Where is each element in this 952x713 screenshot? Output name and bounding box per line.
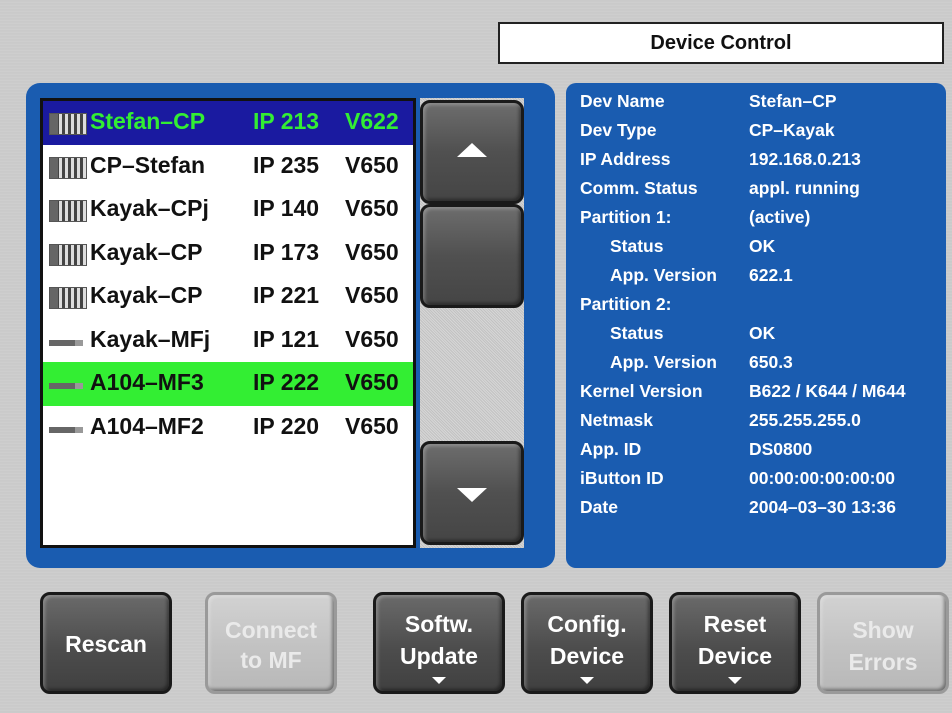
info-value: OK [749,323,776,343]
button-label: Update [400,643,478,669]
device-ip: IP 121 [253,325,320,352]
device-row[interactable]: Kayak–CP IP 221 V650 [43,275,413,319]
button-label: Device [697,643,773,669]
info-label: Dev Name [580,91,665,111]
device-row[interactable]: A104–MF3 IP 222 V650 [43,362,413,406]
button-label: to MF [240,647,302,673]
page-title: Device Control [498,22,944,64]
device-name: Stefan–CP [90,108,206,134]
device-version: V650 [345,238,399,265]
show-errors-button[interactable]: Show Errors [817,592,949,694]
info-value: DS0800 [749,439,813,459]
device-row[interactable]: Kayak–CP IP 173 V650 [43,232,413,276]
info-label: iButton ID [580,468,664,488]
device-ip: IP 220 [253,412,320,439]
info-value: 255.255.255.0 [749,410,861,430]
device-row[interactable]: Kayak–MFj IP 121 V650 [43,319,413,363]
cp-panel-icon [49,156,87,179]
device-row[interactable]: Kayak–CPj IP 140 V650 [43,188,413,232]
device-list-panel: Stefan–CP IP 213 V622 CP–Stefan IP 235 V… [26,83,555,568]
device-version: V622 [345,108,399,134]
info-value: appl. running [749,178,860,198]
arrow-down-icon [457,488,487,502]
info-label: App. ID [580,439,642,459]
device-row[interactable]: CP–Stefan IP 235 V650 [43,145,413,189]
info-value: OK [749,236,776,256]
cp-panel-icon [49,243,87,266]
info-label: Kernel Version [580,381,703,401]
info-label: Dev Type [580,120,657,140]
button-label: Connect [225,617,317,643]
info-label: Status [610,236,664,256]
device-version: V650 [345,151,399,178]
info-label: Date [580,497,618,517]
device-name: A104–MF3 [90,369,204,395]
mainframe-icon [49,339,83,346]
arrow-up-icon [457,143,487,157]
button-label: Show [852,617,914,643]
config-device-button[interactable]: Config. Device [521,592,653,694]
scroll-thumb[interactable] [420,204,524,308]
info-label: App. Version [610,265,717,285]
device-version: V650 [345,325,399,352]
device-name: Kayak–CP [90,238,203,265]
device-ip: IP 235 [253,151,320,178]
info-label: App. Version [610,352,717,372]
info-value: 192.168.0.213 [749,149,861,169]
cp-panel-icon [49,113,87,135]
button-label: Config. [547,611,627,637]
info-label: Partition 1: [580,207,672,227]
mainframe-icon [49,426,83,433]
info-label: Status [610,323,664,343]
chevron-down-icon [432,677,446,684]
button-label: Device [549,643,625,669]
device-name: Kayak–MFj [90,325,211,352]
info-label: Netmask [580,410,653,430]
info-value: (active) [749,207,811,227]
scroll-up-button[interactable] [420,100,524,204]
button-label: Errors [848,649,918,675]
connect-to-mf-button[interactable]: Connect to MF [205,592,337,694]
device-ip: IP 222 [253,369,320,395]
rescan-button[interactable]: Rescan [40,592,172,694]
device-ip: IP 213 [253,108,320,134]
device-name: Kayak–CPj [90,195,209,221]
info-value: 00:00:00:00:00:00 [749,468,895,488]
scroll-down-button[interactable] [420,441,524,545]
device-row[interactable]: Stefan–CP IP 213 V622 [43,101,413,145]
device-name: A104–MF2 [90,412,204,439]
device-version: V650 [345,369,399,395]
device-list[interactable]: Stefan–CP IP 213 V622 CP–Stefan IP 235 V… [40,98,416,548]
info-value: CP–Kayak [749,120,835,140]
info-value: B622 / K644 / M644 [749,381,906,401]
button-label: Softw. [404,611,474,637]
software-update-button[interactable]: Softw. Update [373,592,505,694]
device-info-panel: Dev Name Stefan–CP Dev Type CP–Kayak IP … [566,83,946,568]
info-value: 622.1 [749,265,793,285]
device-name: Kayak–CP [90,282,203,308]
button-label: Reset [703,611,767,637]
info-label: IP Address [580,149,671,169]
info-value: Stefan–CP [749,91,837,111]
reset-device-button[interactable]: Reset Device [669,592,801,694]
chevron-down-icon [580,677,594,684]
device-version: V650 [345,412,399,439]
device-version: V650 [345,282,399,308]
cp-panel-icon [49,287,87,309]
info-value: 650.3 [749,352,793,372]
info-value: 2004–03–30 13:36 [749,497,896,517]
info-label: Comm. Status [580,178,698,198]
cp-panel-icon [49,200,87,222]
info-label: Partition 2: [580,294,672,314]
device-ip: IP 221 [253,282,320,308]
device-name: CP–Stefan [90,151,206,178]
button-label: Rescan [65,631,147,657]
device-version: V650 [345,195,399,221]
device-ip: IP 140 [253,195,320,221]
chevron-down-icon [728,677,742,684]
mainframe-icon [49,383,83,389]
device-row[interactable]: A104–MF2 IP 220 V650 [43,406,413,450]
device-ip: IP 173 [253,238,320,265]
